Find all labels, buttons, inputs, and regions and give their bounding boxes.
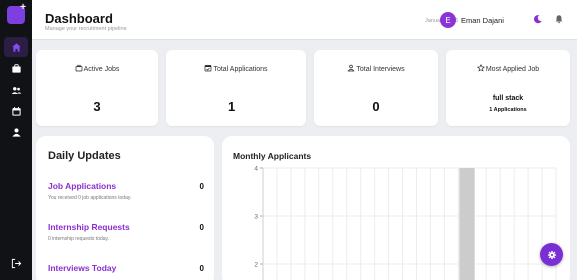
monthly-applicants-chart: 4 3 2 (254, 166, 557, 280)
theme-toggle-button[interactable] (532, 13, 544, 25)
sidebar-item-candidates[interactable] (4, 80, 28, 100)
y-tick-label: 2 (254, 262, 258, 269)
update-desc: You received 0 job applications today. (48, 195, 132, 201)
daily-updates-panel: Daily Updates Job Applications You recei… (36, 136, 214, 280)
star-icon (476, 64, 485, 72)
stat-card-total-interviews: Total Interviews 0 (314, 50, 438, 126)
gear-icon (547, 250, 556, 259)
chart-bar (459, 168, 475, 280)
avatar[interactable]: E (440, 12, 456, 28)
stat-value: 3 (93, 99, 101, 114)
update-count: 0 (199, 264, 204, 273)
settings-fab-button[interactable] (540, 243, 563, 266)
stat-label: Total Interviews (356, 66, 405, 73)
home-icon (11, 42, 21, 52)
update-count: 0 (199, 223, 204, 232)
briefcase-icon (11, 63, 21, 73)
update-title-interviews-today[interactable]: Interviews Today (48, 263, 116, 273)
update-count: 0 (199, 182, 204, 191)
logout-icon (11, 258, 21, 268)
stat-card-total-applications: Total Applications 1 (166, 50, 306, 126)
update-title-job-applications[interactable]: Job Applications (48, 181, 116, 191)
y-tick-label: 4 (254, 166, 258, 173)
app-logo[interactable] (7, 2, 26, 24)
user-icon (347, 64, 355, 72)
monthly-applicants-card: Monthly Applicants 432 (222, 136, 570, 280)
update-title-internship-requests[interactable]: Internship Requests (48, 222, 130, 232)
sidebar-item-calendar[interactable] (4, 101, 28, 121)
calendar-icon (205, 65, 212, 72)
stat-card-most-applied-job: Most Applied Job full stack 1 Applicatio… (446, 50, 570, 126)
stat-label: Total Applications (213, 66, 268, 73)
sidebar-item-jobs[interactable] (4, 58, 28, 78)
daily-updates-title: Daily Updates (48, 150, 121, 162)
stat-label: Most Applied Job (485, 66, 540, 73)
sidebar-item-profile[interactable] (4, 122, 28, 142)
calendar-icon (11, 106, 21, 116)
stat-value: 1 (228, 99, 236, 114)
most-applied-job-name: full stack (492, 95, 524, 102)
stat-label: Active Jobs (83, 66, 120, 73)
stat-value: 0 (372, 99, 380, 114)
briefcase-icon (75, 64, 82, 72)
moon-icon (534, 15, 542, 24)
y-tick-label: 3 (254, 214, 258, 221)
user-name[interactable]: Eman Dajani (461, 16, 504, 25)
notifications-button[interactable] (553, 13, 565, 25)
user-icon (11, 127, 21, 137)
page-title: Dashboard (45, 11, 113, 26)
logout-button[interactable] (4, 253, 28, 273)
most-applied-job-count: 1 Applications (489, 107, 527, 113)
sidebar (0, 0, 32, 280)
sidebar-item-home[interactable] (4, 37, 28, 57)
page-subtitle: Manage your recruitment pipeline (45, 26, 127, 32)
bell-icon (555, 15, 563, 24)
top-header: Dashboard Manage your recruitment pipeli… (32, 0, 577, 40)
users-icon (11, 86, 21, 94)
stat-card-active-jobs: Active Jobs 3 (36, 50, 158, 126)
update-desc: 0 internship requests today. (48, 236, 110, 242)
